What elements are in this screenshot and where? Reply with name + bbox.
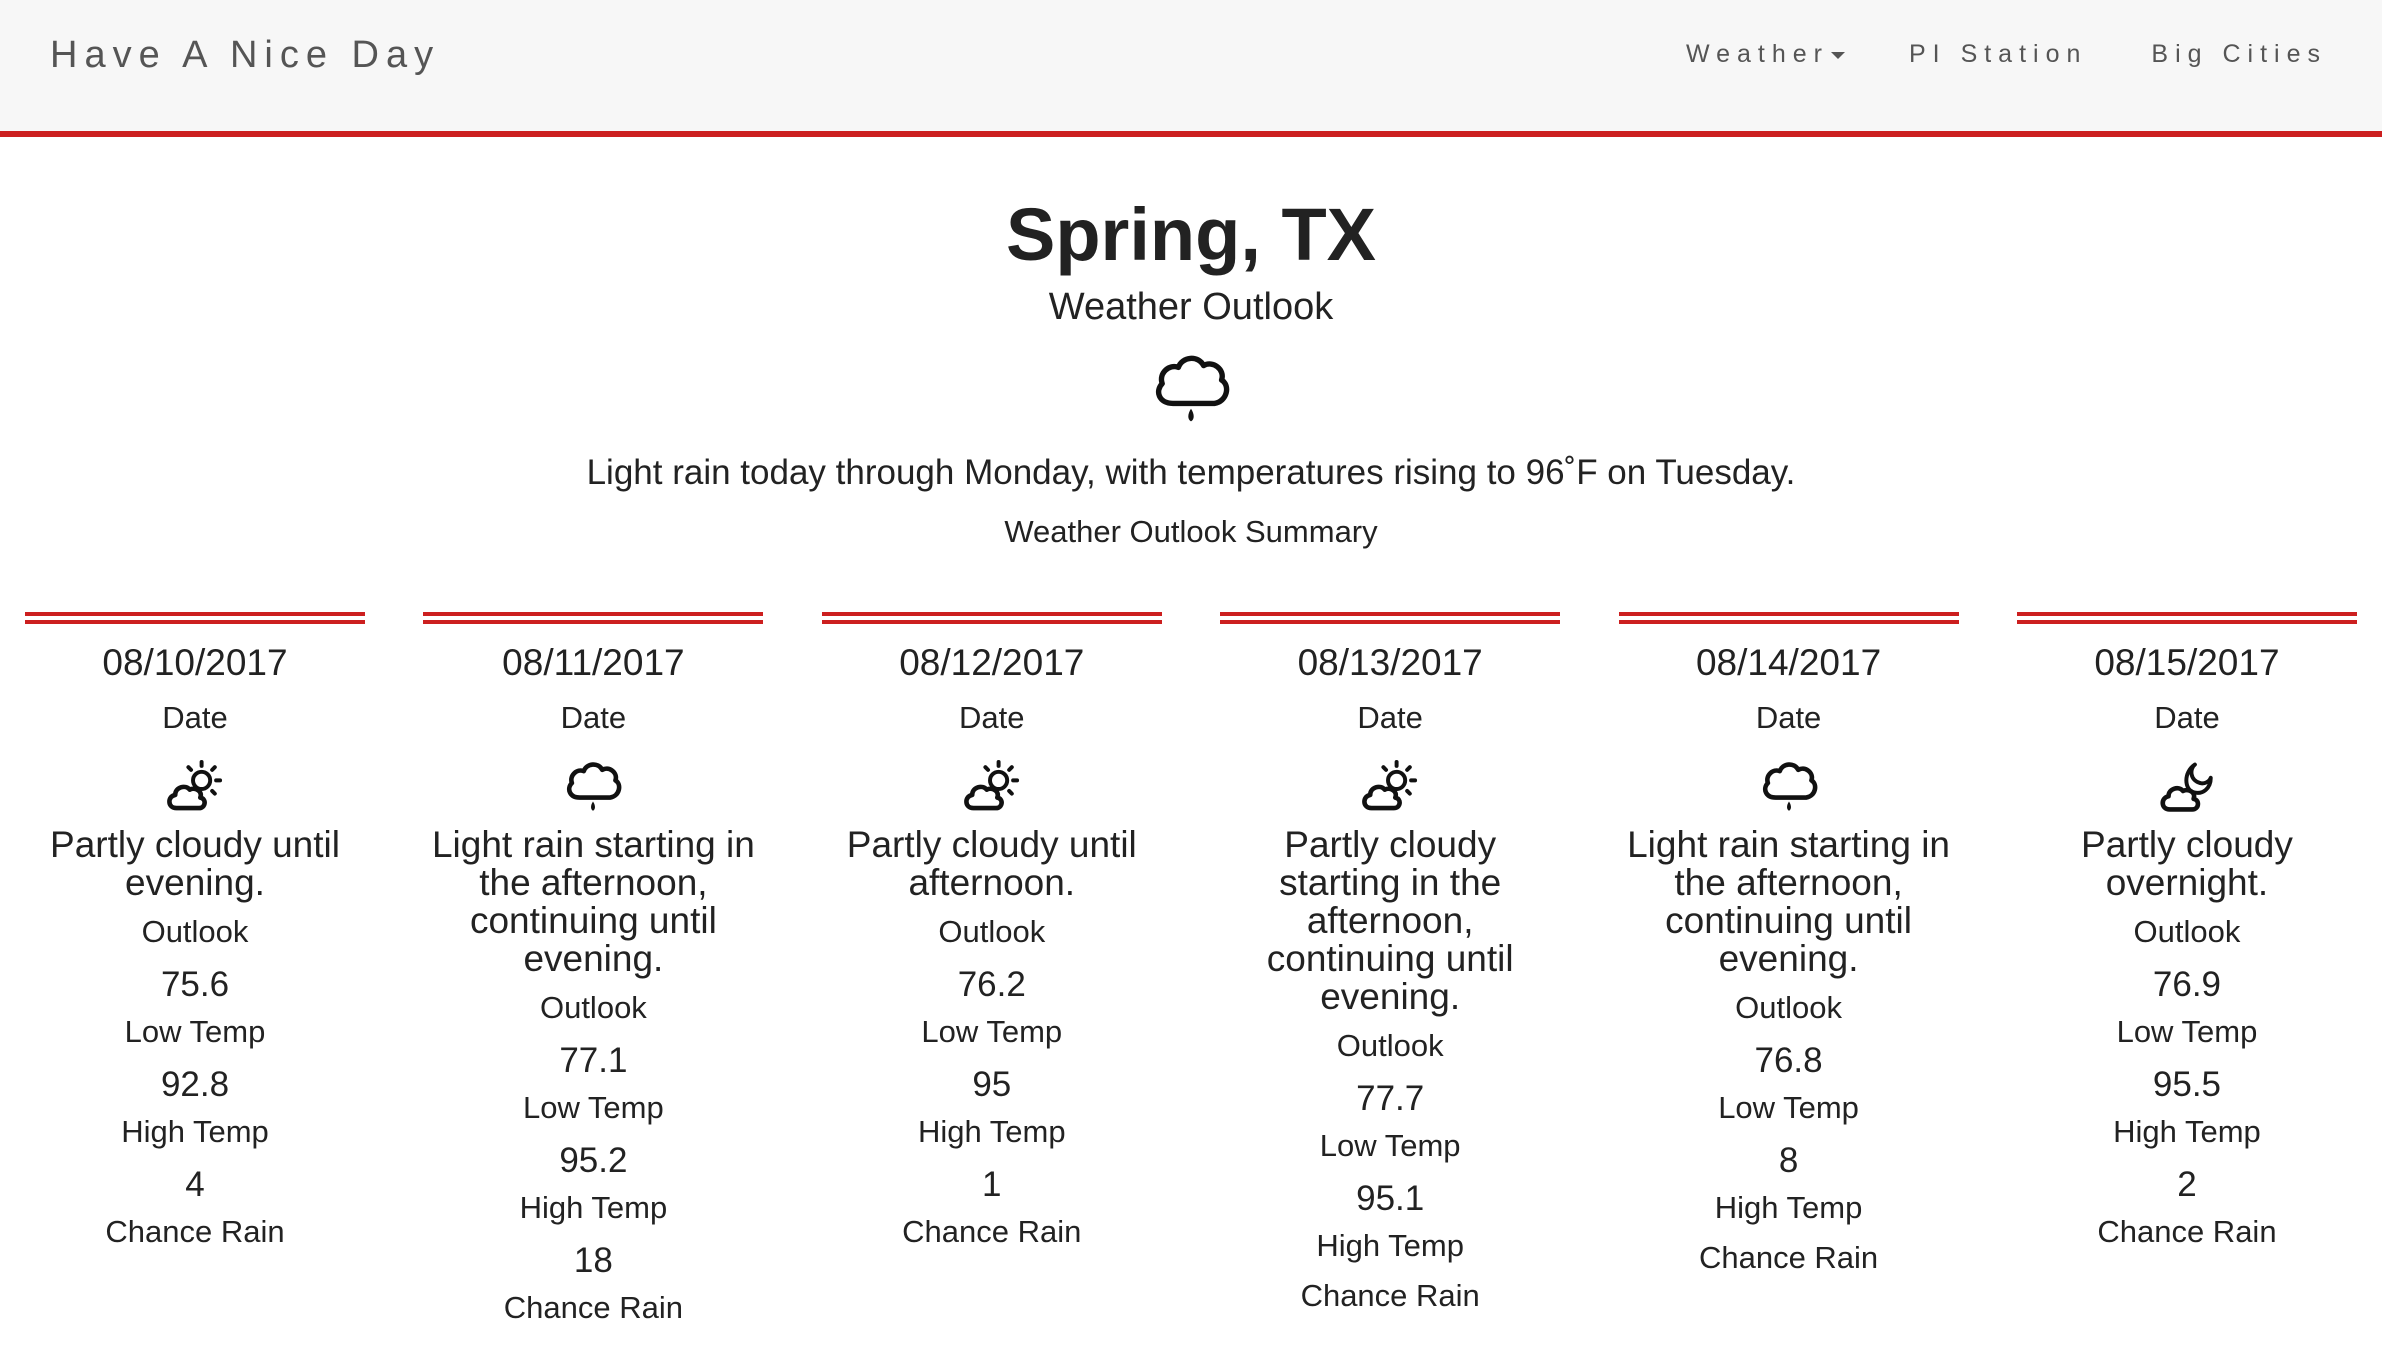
high-temp-value: 95.1 xyxy=(1356,1179,1425,1218)
outlook-subtitle: Weather Outlook xyxy=(1048,286,1334,328)
day-date: 08/12/2017 xyxy=(899,642,1085,683)
low-temp-value: 76.2 xyxy=(957,965,1026,1004)
high-temp-value: 95 xyxy=(972,1065,1012,1104)
caret-down-icon xyxy=(1831,51,1845,59)
date-label: Date xyxy=(959,700,1025,735)
high-temp-value: 95.2 xyxy=(559,1141,628,1180)
day-date: 08/14/2017 xyxy=(1695,642,1882,683)
low-temp-label: Low Temp xyxy=(1319,1128,1461,1163)
forecast-day-3: 08/12/2017 Date Partly cloudy until afte… xyxy=(821,612,1162,1328)
low-temp-label: Low Temp xyxy=(2116,1014,2258,1049)
chance-rain-label: Chance Rain xyxy=(2097,1214,2277,1249)
chance-rain-label: Chance Rain xyxy=(1300,1278,1480,1313)
date-label: Date xyxy=(2154,700,2220,735)
day-date: 08/15/2017 xyxy=(2094,642,2280,683)
low-temp-label: Low Temp xyxy=(1718,1090,1859,1125)
outlook-label: Outlook xyxy=(1735,990,1842,1025)
day-divider xyxy=(2016,612,2357,624)
outlook-summary-label: Weather Outlook Summary xyxy=(1004,514,1378,549)
day-date: 08/13/2017 xyxy=(1297,642,1483,683)
rain-cloud-icon xyxy=(567,762,622,811)
nav-weather-label: Weather xyxy=(1685,40,1829,68)
chance-rain-value: 18 xyxy=(573,1241,613,1280)
high-temp-label: High Temp xyxy=(519,1190,668,1225)
rain-cloud-icon xyxy=(1155,355,1230,422)
forecast-day-5: 08/14/2017 Date Light rain starting in t… xyxy=(1618,612,1959,1328)
day-divider xyxy=(1618,612,1959,624)
day-divider xyxy=(423,612,764,624)
outlook-label: Outlook xyxy=(938,914,1046,949)
outlook-header: Spring, TX Weather Outlook Light rain to… xyxy=(0,190,2382,554)
day-outlook: Partly cloudy starting in the afternoon,… xyxy=(1266,824,1514,1017)
chance-rain-label: Chance Rain xyxy=(105,1214,285,1249)
day-outlook: Partly cloudy until evening. xyxy=(50,824,340,903)
nav-links: Weather PI Station Big Cities xyxy=(1686,40,2327,69)
forecast-day-4: 08/13/2017 Date Partly cloudy starting i… xyxy=(1220,612,1561,1328)
high-temp-value: 92.8 xyxy=(160,1065,230,1104)
date-label: Date xyxy=(1357,700,1423,735)
day-date: 08/11/2017 xyxy=(502,642,685,683)
high-temp-label: High Temp xyxy=(2113,1114,2261,1149)
partly-cloudy-day-icon xyxy=(1362,759,1418,811)
day-outlook: Light rain starting in the afternoon, co… xyxy=(1627,824,1951,979)
low-temp-value: 76.8 xyxy=(1754,1041,1823,1080)
outlook-label: Outlook xyxy=(539,990,647,1025)
forecast-day-6: 08/15/2017 Date Partly cloudy overnight.… xyxy=(2016,612,2357,1328)
high-temp-label: High Temp xyxy=(1714,1190,1863,1225)
high-temp-label: High Temp xyxy=(1316,1228,1464,1263)
high-temp-label: High Temp xyxy=(121,1114,269,1149)
nav-weather-dropdown[interactable]: Weather xyxy=(1686,40,1845,69)
date-label: Date xyxy=(162,700,228,735)
outlook-label: Outlook xyxy=(141,914,249,949)
high-temp-value: 95.5 xyxy=(2152,1065,2222,1104)
day-outlook: Light rain starting in the afternoon, co… xyxy=(431,824,755,979)
nav-big-cities[interactable]: Big Cities xyxy=(2151,40,2327,69)
low-temp-value: 77.1 xyxy=(559,1041,628,1080)
chance-rain-label: Chance Rain xyxy=(902,1214,1082,1249)
day-divider xyxy=(25,612,365,624)
low-temp-value: 75.6 xyxy=(160,965,230,1004)
outlook-label: Outlook xyxy=(1336,1028,1444,1063)
partly-cloudy-night-icon xyxy=(2160,762,2213,812)
high-temp-label: High Temp xyxy=(917,1114,1066,1149)
low-temp-value: 77.7 xyxy=(1356,1079,1425,1118)
high-temp-value: 8 xyxy=(1778,1141,1799,1180)
outlook-summary: Light rain today through Monday, with te… xyxy=(586,453,1796,492)
day-divider xyxy=(1220,612,1561,624)
chance-rain-label: Chance Rain xyxy=(503,1290,683,1325)
chance-rain-label: Chance Rain xyxy=(1698,1240,1879,1275)
low-temp-label: Low Temp xyxy=(523,1090,664,1125)
brand-link[interactable]: Have A Nice Day xyxy=(50,34,440,77)
forecast-day-1: 08/10/2017 Date Partly cloudy until even… xyxy=(25,612,365,1328)
day-divider xyxy=(821,612,1162,624)
date-label: Date xyxy=(560,700,627,735)
low-temp-label: Low Temp xyxy=(921,1014,1063,1049)
low-temp-label: Low Temp xyxy=(124,1014,266,1049)
rain-cloud-icon xyxy=(1762,762,1817,811)
forecast-day-2: 08/11/2017 Date Light rain starting in t… xyxy=(423,612,764,1328)
forecast-days: 08/10/2017 Date Partly cloudy until even… xyxy=(25,612,2357,1328)
chance-rain-value: 4 xyxy=(185,1165,205,1204)
navbar: Have A Nice Day Weather PI Station Big C… xyxy=(0,0,2382,137)
day-outlook: Partly cloudy overnight. xyxy=(2081,824,2293,903)
partly-cloudy-day-icon xyxy=(963,759,1019,811)
chance-rain-value: 1 xyxy=(982,1165,1002,1204)
low-temp-value: 76.9 xyxy=(2152,965,2222,1004)
day-date: 08/10/2017 xyxy=(102,642,288,683)
nav-pi-station[interactable]: PI Station xyxy=(1909,40,2087,69)
city-title: Spring, TX xyxy=(1006,193,1376,276)
outlook-label: Outlook xyxy=(2133,914,2241,949)
partly-cloudy-day-icon xyxy=(167,759,223,811)
date-label: Date xyxy=(1755,700,1822,735)
day-outlook: Partly cloudy until afternoon. xyxy=(846,824,1137,903)
chance-rain-value: 2 xyxy=(2177,1165,2197,1204)
